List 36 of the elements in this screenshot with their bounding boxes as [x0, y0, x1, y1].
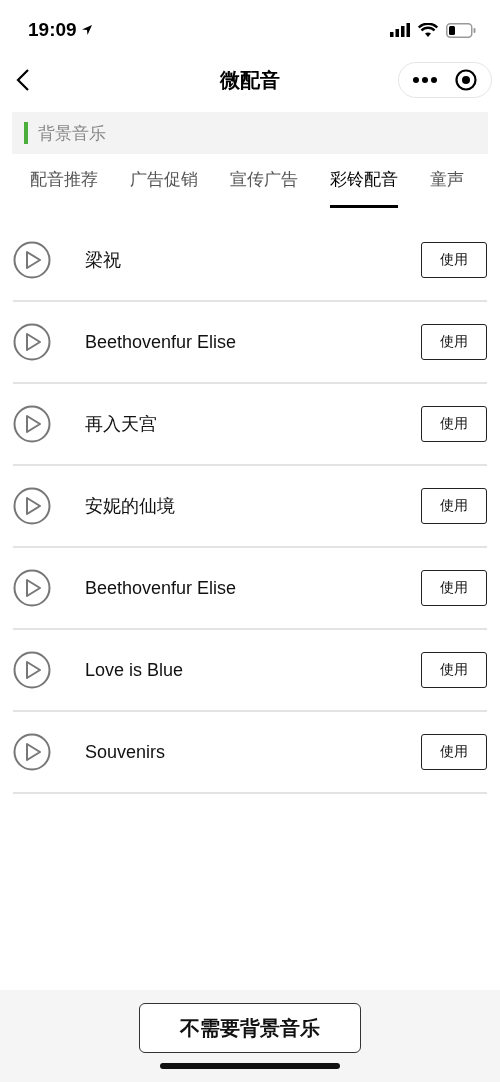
use-button[interactable]: 使用: [421, 570, 487, 606]
play-icon[interactable]: [13, 651, 51, 689]
use-button[interactable]: 使用: [421, 406, 487, 442]
play-icon[interactable]: [13, 241, 51, 279]
track-title: 梁祝: [85, 249, 122, 272]
category-tab[interactable]: 童声: [430, 154, 464, 208]
use-button[interactable]: 使用: [421, 488, 487, 524]
category-tab[interactable]: 彩铃配音: [330, 154, 398, 208]
category-tab[interactable]: 广告促销: [130, 154, 198, 208]
use-button[interactable]: 使用: [421, 734, 487, 770]
track-title: Beethovenfur Elise: [85, 331, 238, 353]
track-title: Love is Blue: [85, 659, 185, 681]
play-icon[interactable]: [13, 487, 51, 525]
category-tab[interactable]: 宣传广告: [230, 154, 298, 208]
battery-icon: [446, 22, 476, 38]
section-title: 背景音乐: [38, 122, 106, 145]
track-title: Beethovenfur Elise: [85, 577, 238, 599]
back-icon[interactable]: [16, 68, 30, 92]
wifi-icon: [418, 22, 438, 38]
category-tab[interactable]: 配音推荐: [30, 154, 98, 208]
track-title: 再入天宫: [85, 413, 158, 436]
play-icon[interactable]: [13, 733, 51, 771]
use-button[interactable]: 使用: [421, 652, 487, 688]
no-music-button[interactable]: 不需要背景音乐: [139, 1003, 361, 1053]
use-button[interactable]: 使用: [421, 242, 487, 278]
more-icon[interactable]: [413, 77, 437, 83]
use-button[interactable]: 使用: [421, 324, 487, 360]
track-title: 安妮的仙境: [85, 495, 176, 518]
play-icon[interactable]: [13, 405, 51, 443]
status-time: 19:09: [28, 19, 93, 41]
play-icon[interactable]: [13, 569, 51, 607]
page-title: 微配音: [220, 67, 280, 93]
track-title: Souvenirs: [85, 741, 167, 763]
signal-icon: [390, 23, 410, 37]
play-icon[interactable]: [13, 323, 51, 361]
location-icon: [80, 24, 93, 36]
